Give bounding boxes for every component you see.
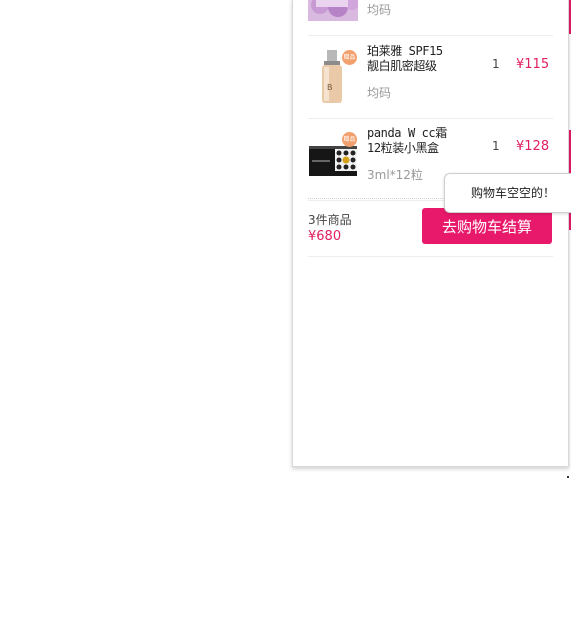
item-quantity: 1 <box>492 139 500 153</box>
gift-badge: 赠品 <box>342 50 357 65</box>
item-name-line2[interactable]: 靓白肌密超级 <box>367 59 447 74</box>
item-quantity: 1 <box>492 57 500 71</box>
item-name-line1[interactable]: panda W cc霜 <box>367 126 447 141</box>
svg-text:B: B <box>327 83 333 92</box>
gift-badge: 赠品 <box>342 132 357 147</box>
product-image-lavender[interactable] <box>308 0 358 21</box>
edge-marker <box>567 476 569 478</box>
item-price: ¥128 <box>516 139 550 154</box>
item-spec: 均码 <box>367 86 392 100</box>
summary-total-price: ¥680 <box>308 229 342 244</box>
item-name[interactable]: 珀莱雅 SPF15 靓白肌密超级 <box>367 44 447 74</box>
item-name-line1[interactable]: 珀莱雅 SPF15 <box>367 44 447 59</box>
item-price: ¥115 <box>516 57 550 72</box>
summary-item-count: 3件商品 <box>308 213 352 227</box>
checkout-button[interactable]: 去购物车结算 <box>422 208 552 244</box>
item-spec: 均码 <box>367 3 392 17</box>
item-name-line2[interactable]: 12粒装小黑盒 <box>367 141 447 156</box>
cart-item[interactable]: B 赠品 珀莱雅 SPF15 靓白肌密超级 均码 1 ¥115 <box>308 36 553 119</box>
item-spec: 3ml*12粒 <box>367 168 423 182</box>
mini-cart-panel: 均码 B 赠品 珀莱雅 SPF15 靓白肌密超级 均码 1 ¥115 赠品 pa… <box>292 0 569 467</box>
empty-cart-tooltip: 购物车空空的！ <box>444 173 571 213</box>
cart-item[interactable]: 均码 <box>308 0 553 36</box>
item-name[interactable]: panda W cc霜 12粒装小黑盒 <box>367 126 447 156</box>
